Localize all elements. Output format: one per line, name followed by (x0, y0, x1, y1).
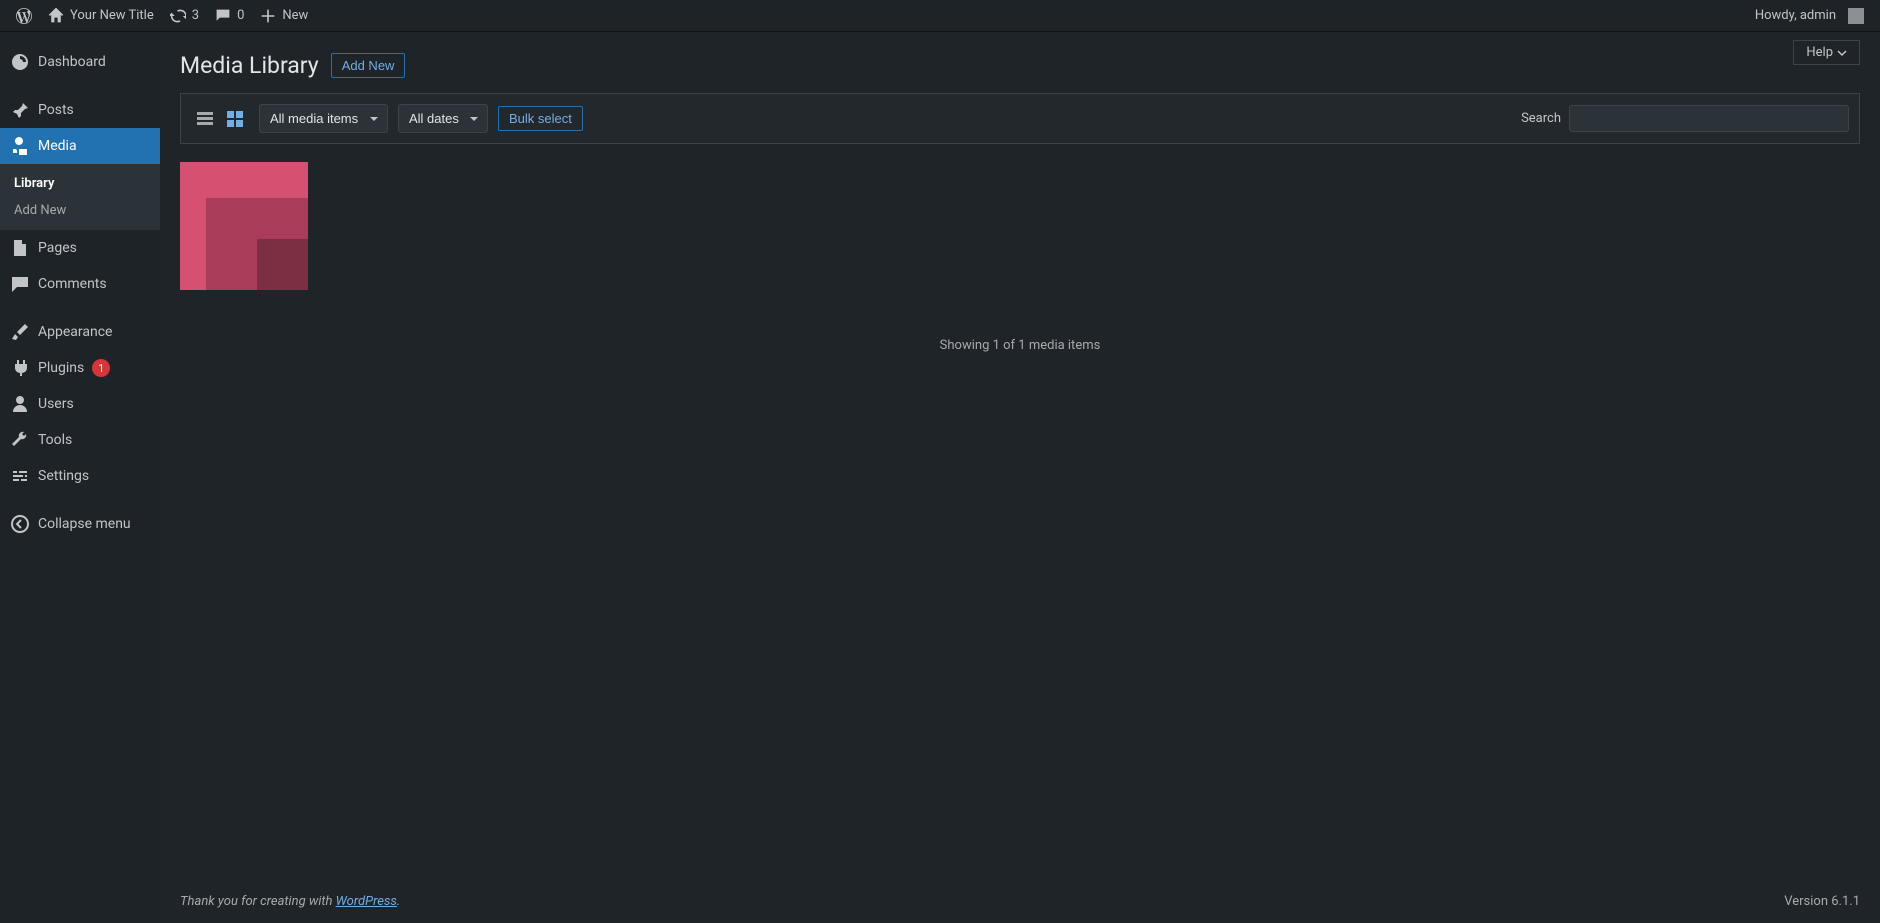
updates-count: 3 (192, 8, 199, 23)
new-content-link[interactable]: New (252, 0, 316, 32)
wrench-icon (10, 430, 30, 450)
wp-logo[interactable] (8, 0, 40, 32)
sidebar-item-plugins[interactable]: Plugins 1 (0, 350, 160, 386)
home-icon (48, 8, 64, 24)
site-name-link[interactable]: Your New Title (40, 0, 162, 32)
admin-bar: Your New Title 3 0 New Howdy, admin (0, 0, 1880, 32)
collapse-icon (10, 514, 30, 534)
media-toolbar: All media items All dates Bulk select Se… (180, 93, 1860, 144)
user-icon (10, 394, 30, 414)
dashboard-icon (10, 52, 30, 72)
grid-icon (225, 109, 245, 129)
sidebar-item-label: Dashboard (38, 54, 106, 70)
sidebar-item-posts[interactable]: Posts (0, 92, 160, 128)
sidebar-item-tools[interactable]: Tools (0, 422, 160, 458)
plugins-count-badge: 1 (92, 359, 110, 377)
sidebar-item-dashboard[interactable]: Dashboard (0, 44, 160, 80)
main-content: Help Media Library Add New All media ite… (160, 32, 1880, 923)
sidebar-item-label: Comments (38, 276, 107, 292)
footer-period: . (397, 894, 400, 909)
site-title: Your New Title (70, 8, 154, 23)
sidebar-item-users[interactable]: Users (0, 386, 160, 422)
wordpress-link[interactable]: WordPress (336, 894, 397, 909)
status-text: Showing 1 of 1 media items (180, 308, 1860, 383)
avatar (1848, 8, 1864, 24)
sidebar-item-pages[interactable]: Pages (0, 230, 160, 266)
sidebar-item-media[interactable]: Media (0, 128, 160, 164)
admin-sidebar: Dashboard Posts Media Library Add New Pa… (0, 32, 160, 923)
sidebar-item-comments[interactable]: Comments (0, 266, 160, 302)
comment-icon (10, 274, 30, 294)
new-label: New (282, 8, 308, 23)
sidebar-item-label: Pages (38, 240, 77, 256)
sidebar-item-label: Media (38, 138, 77, 154)
plug-icon (10, 358, 30, 378)
version-text: Version 6.1.1 (1784, 894, 1860, 909)
updates-link[interactable]: 3 (162, 0, 207, 32)
sidebar-collapse[interactable]: Collapse menu (0, 506, 160, 542)
media-item[interactable] (180, 162, 308, 290)
search-label: Search (1521, 111, 1561, 126)
list-icon (195, 109, 215, 129)
filter-type-select[interactable]: All media items (259, 104, 388, 133)
sidebar-item-label: Plugins (38, 360, 84, 376)
view-list-button[interactable] (191, 105, 219, 133)
comment-icon (215, 8, 231, 24)
bulk-select-button[interactable]: Bulk select (498, 106, 583, 131)
plus-icon (260, 8, 276, 24)
sidebar-item-settings[interactable]: Settings (0, 458, 160, 494)
submenu-item-library[interactable]: Library (0, 170, 160, 197)
howdy-text: Howdy, admin (1755, 8, 1836, 23)
sidebar-item-label: Posts (38, 102, 74, 118)
add-new-button[interactable]: Add New (331, 53, 406, 78)
filter-date-select[interactable]: All dates (398, 104, 488, 133)
search-input[interactable] (1569, 105, 1849, 132)
view-grid-button[interactable] (221, 105, 249, 133)
refresh-icon (170, 8, 186, 24)
wordpress-icon (16, 8, 32, 24)
account-link[interactable]: Howdy, admin (1747, 0, 1872, 32)
caret-down-icon (1837, 48, 1847, 58)
help-label: Help (1806, 45, 1833, 60)
thumb-layer (257, 239, 308, 290)
comments-link[interactable]: 0 (207, 0, 252, 32)
brush-icon (10, 322, 30, 342)
footer: Thank you for creating with WordPress. V… (180, 880, 1860, 923)
media-grid (180, 144, 1860, 308)
footer-thanks: Thank you for creating with (180, 894, 336, 909)
media-submenu: Library Add New (0, 164, 160, 230)
sidebar-item-appearance[interactable]: Appearance (0, 314, 160, 350)
pin-icon (10, 100, 30, 120)
sliders-icon (10, 466, 30, 486)
sidebar-item-label: Tools (38, 432, 72, 448)
sidebar-item-label: Collapse menu (38, 516, 131, 532)
page-title: Media Library (180, 52, 319, 79)
comments-count: 0 (237, 8, 244, 23)
sidebar-item-label: Appearance (38, 324, 112, 340)
media-icon (10, 136, 30, 156)
help-tab[interactable]: Help (1793, 40, 1860, 65)
sidebar-item-label: Settings (38, 468, 89, 484)
page-icon (10, 238, 30, 258)
sidebar-item-label: Users (38, 396, 74, 412)
submenu-item-add-new[interactable]: Add New (0, 197, 160, 224)
